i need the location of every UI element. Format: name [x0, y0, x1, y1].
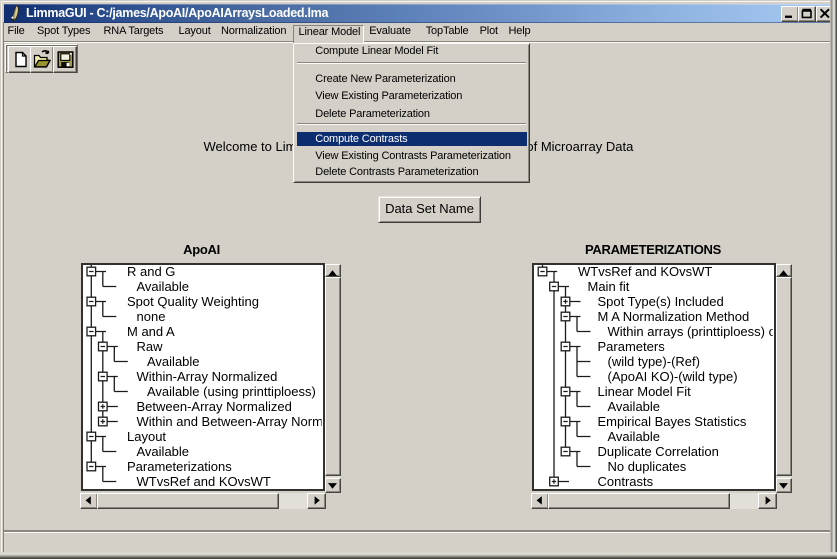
svg-text:Available: Available — [137, 279, 190, 294]
svg-text:none: none — [137, 309, 166, 324]
svg-text:R and G: R and G — [127, 264, 175, 279]
svg-text:Parameters: Parameters — [598, 339, 666, 354]
svg-text:M A Normalization Method: M A Normalization Method — [598, 309, 750, 324]
svg-text:Within and Between-Array Norma: Within and Between-Array Normalized — [137, 414, 357, 429]
svg-text:Empirical Bayes Statistics: Empirical Bayes Statistics — [598, 414, 747, 429]
svg-text:No duplicates: No duplicates — [608, 459, 687, 474]
svg-text:Available: Available — [147, 354, 200, 369]
svg-text:Available (using printtiploess: Available (using printtiploess) — [147, 384, 316, 399]
svg-text:(ApoAI KO)-(wild type): (ApoAI KO)-(wild type) — [608, 369, 738, 384]
svg-text:Duplicate Correlation: Duplicate Correlation — [598, 444, 719, 459]
svg-text:Layout: Layout — [127, 429, 166, 444]
svg-text:Raw: Raw — [137, 339, 164, 354]
svg-text:Available: Available — [608, 429, 661, 444]
svg-text:Available: Available — [137, 444, 190, 459]
svg-text:WTvsRef and KOvsWT: WTvsRef and KOvsWT — [578, 264, 712, 279]
svg-text:Contrasts: Contrasts — [598, 474, 654, 489]
svg-text:M and A: M and A — [127, 324, 175, 339]
svg-text:Main fit: Main fit — [588, 279, 630, 294]
svg-text:Within arrays (printtiploess): Within arrays (printtiploess) only — [608, 324, 793, 339]
svg-text:Spot Quality Weighting: Spot Quality Weighting — [127, 294, 259, 309]
svg-text:Available: Available — [608, 399, 661, 414]
svg-text:Linear Model Fit: Linear Model Fit — [598, 384, 692, 399]
svg-text:Between-Array Normalized: Between-Array Normalized — [137, 399, 292, 414]
svg-text:Spot Type(s) Included: Spot Type(s) Included — [598, 294, 724, 309]
svg-text:Parameterizations: Parameterizations — [127, 459, 232, 474]
svg-text:(wild type)-(Ref): (wild type)-(Ref) — [608, 354, 700, 369]
svg-text:Within-Array Normalized: Within-Array Normalized — [137, 369, 278, 384]
svg-text:WTvsRef and KOvsWT: WTvsRef and KOvsWT — [137, 474, 271, 489]
